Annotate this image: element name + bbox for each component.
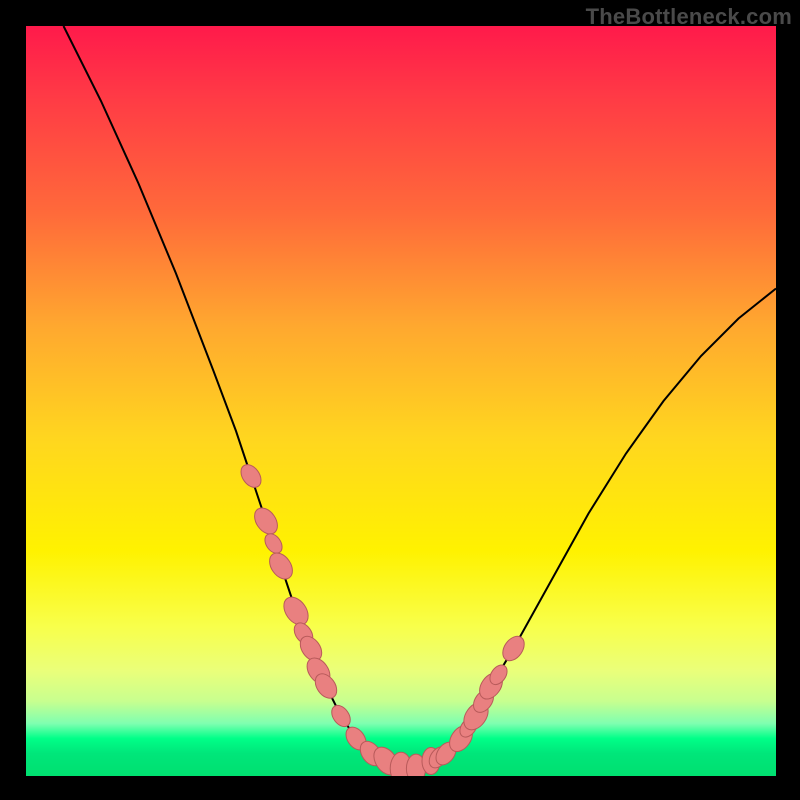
curve-marker (279, 593, 313, 630)
bottleneck-curve (64, 26, 777, 769)
curve-marker (237, 461, 265, 491)
curve-marker (261, 531, 285, 557)
curve-marker (498, 632, 528, 664)
curve-marker (250, 504, 282, 539)
watermark-text: TheBottleneck.com (586, 4, 792, 30)
chart-plot-area (26, 26, 776, 776)
curve-marker (265, 549, 297, 584)
curve-marker (328, 702, 354, 730)
curve-markers (237, 461, 529, 776)
chart-svg (26, 26, 776, 776)
